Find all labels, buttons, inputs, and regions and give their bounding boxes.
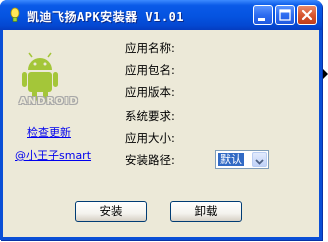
android-wordmark: ANDROID [19, 96, 79, 107]
minimize-icon [258, 18, 265, 21]
chevron-down-icon [255, 159, 264, 165]
maximize-icon [279, 9, 291, 21]
install-button[interactable]: 安装 [75, 201, 147, 222]
dropdown-button[interactable] [252, 152, 267, 167]
app-size-label: 应用大小: [125, 131, 175, 145]
install-path-select[interactable]: 默认 [215, 150, 269, 169]
window-title: 凯迪飞扬APK安装器 V1.01 [27, 10, 185, 24]
author-link[interactable]: @小王子smart [15, 147, 91, 163]
installer-window: 凯迪飞扬APK安装器 V1.01 ANDROID 检查更新 @小王子smart … [0, 0, 322, 240]
app-name-label: 应用名称: [125, 41, 175, 55]
client-area: ANDROID 检查更新 @小王子smart 应用名称: 应用包名: 应用版本:… [3, 30, 319, 237]
check-update-link[interactable]: 检查更新 [27, 124, 71, 140]
system-requirement-label: 系统要求: [125, 109, 175, 123]
close-button[interactable] [297, 5, 317, 25]
install-path-label: 安装路径: [125, 153, 175, 167]
maximize-button[interactable] [275, 5, 295, 25]
close-icon [301, 9, 313, 21]
version-label: 应用版本: [125, 85, 175, 99]
install-path-value: 默认 [218, 153, 244, 166]
app-icon [7, 7, 23, 23]
uninstall-button[interactable]: 卸载 [170, 201, 242, 222]
title-bar[interactable]: 凯迪飞扬APK安装器 V1.01 [0, 0, 322, 30]
cursor-arrow-icon [323, 69, 328, 79]
package-name-label: 应用包名: [125, 63, 175, 77]
minimize-button[interactable] [253, 5, 273, 25]
